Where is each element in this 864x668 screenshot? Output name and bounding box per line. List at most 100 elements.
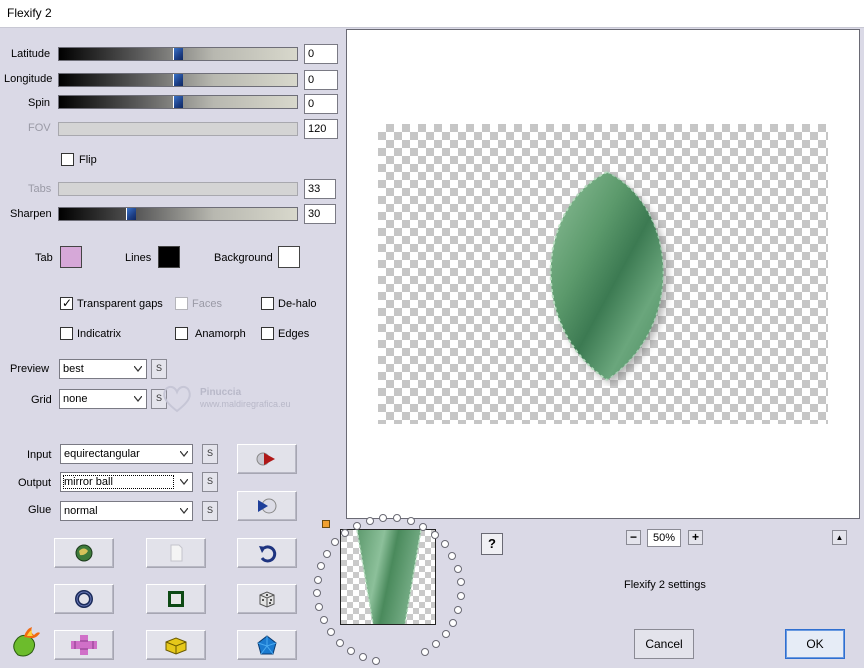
frame-button[interactable] xyxy=(146,584,206,614)
longitude-slider[interactable] xyxy=(58,73,298,87)
dial-dot[interactable] xyxy=(440,540,449,549)
input-label: Input xyxy=(27,449,52,461)
tab-color-label: Tab xyxy=(35,252,53,264)
dial-dot[interactable] xyxy=(341,528,350,537)
output-s-button[interactable]: S xyxy=(202,472,218,492)
transparent-gaps-label: Transparent gaps xyxy=(77,298,163,310)
dial-dot[interactable] xyxy=(430,530,439,539)
background-color-label: Background xyxy=(214,252,273,264)
glue-select[interactable]: normal xyxy=(60,501,193,521)
dial-dot[interactable] xyxy=(449,618,458,627)
dial-dot[interactable] xyxy=(317,562,326,571)
preview-s-button[interactable]: S xyxy=(151,359,167,379)
output-select[interactable]: mirror ball xyxy=(60,472,193,492)
dial-dot[interactable] xyxy=(454,605,463,614)
spin-slider-thumb[interactable] xyxy=(173,96,183,108)
tabs-slider xyxy=(58,182,298,196)
apply-forward-button[interactable] xyxy=(237,444,297,474)
grid-select-value: none xyxy=(63,393,88,405)
window-title: Flexify 2 xyxy=(7,6,52,20)
glue-s-button[interactable]: S xyxy=(202,501,218,521)
spin-input[interactable]: 0 xyxy=(304,94,338,114)
dial-dot[interactable] xyxy=(326,628,335,637)
dial-dot[interactable] xyxy=(421,648,429,657)
zoom-out-button[interactable]: − xyxy=(626,530,641,545)
edges-checkbox[interactable] xyxy=(261,327,274,340)
dial-dot[interactable] xyxy=(406,517,415,526)
randomize-globe-button[interactable] xyxy=(54,538,114,568)
dial-dot[interactable] xyxy=(313,589,322,598)
navigator-marker[interactable] xyxy=(322,520,330,528)
sharpen-slider[interactable] xyxy=(58,207,298,221)
cancel-button[interactable]: Cancel xyxy=(634,629,694,659)
dial-dot[interactable] xyxy=(453,564,462,573)
dial-dot[interactable] xyxy=(372,656,381,665)
fov-slider xyxy=(58,122,298,136)
dial-dot[interactable] xyxy=(315,603,324,612)
ok-button[interactable]: OK xyxy=(785,629,845,659)
dial-dot[interactable] xyxy=(448,551,457,560)
zoom-in-button[interactable]: + xyxy=(688,530,703,545)
input-select-value: equirectangular xyxy=(64,448,140,460)
dial-dot[interactable] xyxy=(346,647,355,655)
dial-dot[interactable] xyxy=(432,640,441,649)
fov-input[interactable]: 120 xyxy=(304,119,338,139)
dial-dot[interactable] xyxy=(365,516,374,525)
input-select[interactable]: equirectangular xyxy=(60,444,193,464)
dial-dot[interactable] xyxy=(456,592,465,601)
dial-dot[interactable] xyxy=(313,575,322,584)
preview-canvas[interactable] xyxy=(346,29,860,519)
dial-dot[interactable] xyxy=(359,653,368,662)
chevron-down-icon xyxy=(134,396,142,402)
latitude-slider[interactable] xyxy=(58,47,298,61)
dial-dot[interactable] xyxy=(393,514,402,523)
dial-dot[interactable] xyxy=(330,538,339,547)
dehalo-checkbox[interactable] xyxy=(261,297,274,310)
transparent-gaps-checkbox[interactable]: ✓ xyxy=(60,296,73,310)
edges-label: Edges xyxy=(278,328,310,340)
collapse-button[interactable]: ▲ xyxy=(832,530,847,545)
fov-label: FOV xyxy=(28,122,51,134)
anamorph-checkbox[interactable] xyxy=(175,327,188,340)
copy-button[interactable] xyxy=(146,538,206,568)
polyhedron-button[interactable] xyxy=(237,630,297,660)
random-dice-button[interactable] xyxy=(237,584,297,614)
longitude-input[interactable]: 0 xyxy=(304,70,338,90)
dial-dot[interactable] xyxy=(322,549,331,558)
cross-tiles-icon xyxy=(71,635,97,655)
chevron-down-icon xyxy=(180,451,188,457)
latitude-input[interactable]: 0 xyxy=(304,44,338,64)
navigator-thumbnail[interactable] xyxy=(340,529,436,625)
input-s-button[interactable]: S xyxy=(202,444,218,464)
grid-label: Grid xyxy=(31,394,52,406)
sharpen-input[interactable]: 30 xyxy=(304,204,336,224)
sharpen-slider-thumb[interactable] xyxy=(126,208,136,220)
tiles-button[interactable] xyxy=(54,630,114,660)
dial-dot[interactable] xyxy=(379,514,388,523)
ring-button[interactable] xyxy=(54,584,114,614)
undo-button[interactable] xyxy=(237,538,297,568)
indicatrix-checkbox[interactable] xyxy=(60,327,73,340)
cube-button[interactable] xyxy=(146,630,206,660)
faces-label: Faces xyxy=(192,298,222,310)
render-button[interactable] xyxy=(237,491,297,521)
latitude-slider-thumb[interactable] xyxy=(173,48,183,60)
tab-color-swatch[interactable] xyxy=(60,246,82,268)
dial-dot[interactable] xyxy=(335,638,344,647)
dial-dot[interactable] xyxy=(456,578,465,587)
focus-ring xyxy=(63,475,174,489)
ring-icon xyxy=(75,590,93,608)
background-color-swatch[interactable] xyxy=(278,246,300,268)
spin-slider[interactable] xyxy=(58,95,298,109)
tabs-input[interactable]: 33 xyxy=(304,179,336,199)
dial-dot[interactable] xyxy=(352,521,361,530)
lines-color-label: Lines xyxy=(125,252,152,264)
longitude-slider-thumb[interactable] xyxy=(173,74,183,86)
dial-dot[interactable] xyxy=(319,616,328,625)
grid-select[interactable]: none xyxy=(59,389,147,409)
preview-select[interactable]: best xyxy=(59,359,147,379)
lines-color-swatch[interactable] xyxy=(158,246,180,268)
help-button[interactable]: ? xyxy=(481,533,503,555)
dial-dot[interactable] xyxy=(441,630,450,639)
flip-checkbox[interactable] xyxy=(61,153,74,166)
